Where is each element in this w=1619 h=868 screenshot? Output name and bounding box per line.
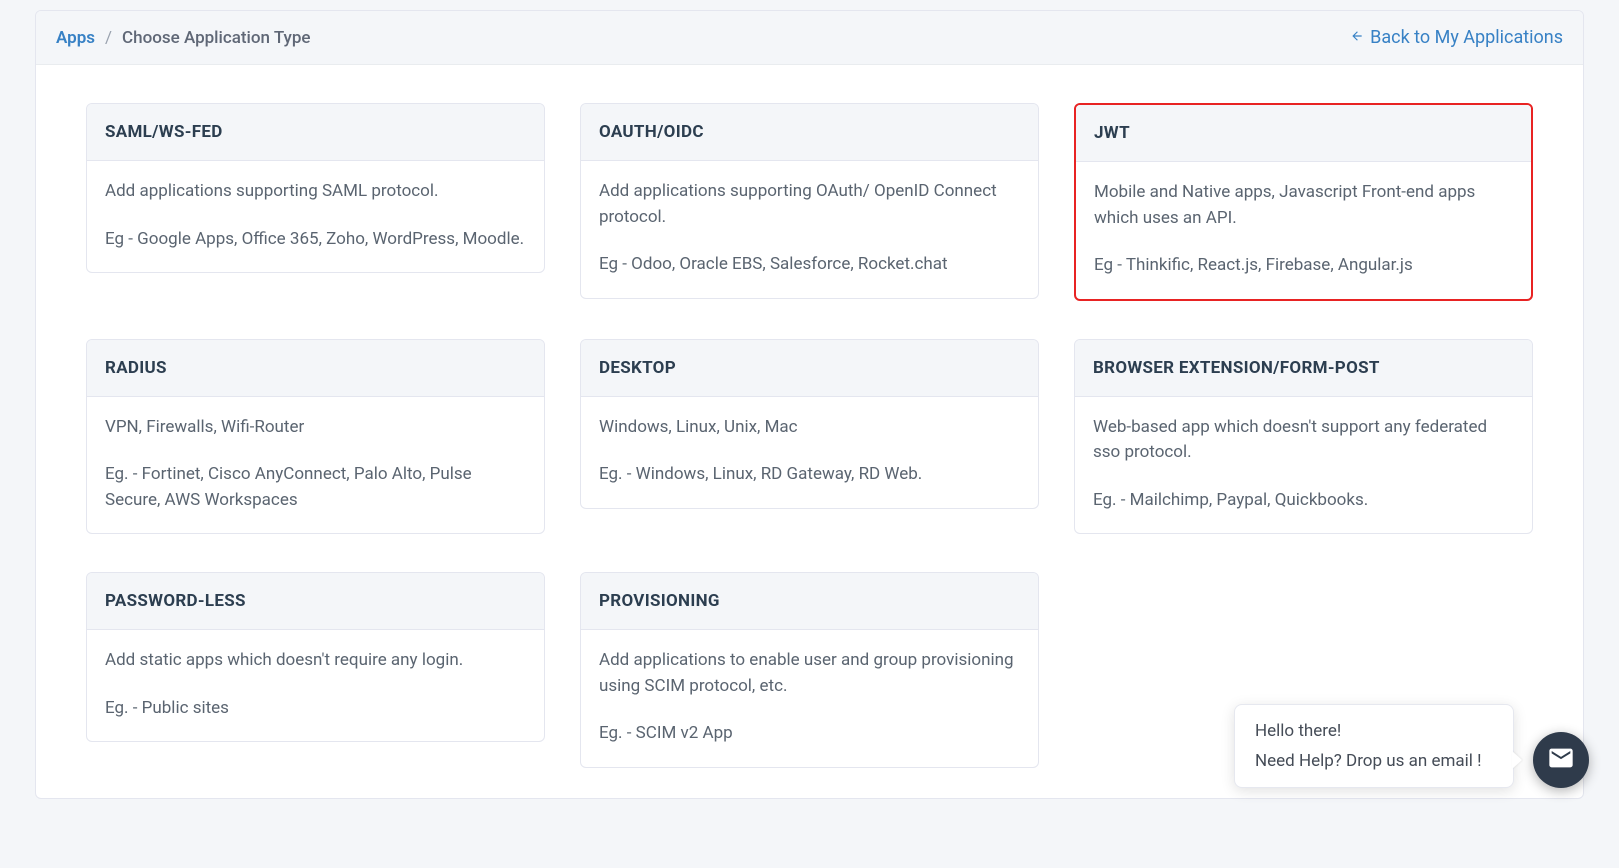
app-type-grid: SAML/WS-FED Add applications supporting …	[86, 103, 1533, 768]
card-examples: Eg - Google Apps, Office 365, Zoho, Word…	[105, 227, 526, 253]
card-header: RADIUS	[87, 340, 544, 397]
breadcrumb-separator: /	[105, 28, 112, 48]
content-area: SAML/WS-FED Add applications supporting …	[36, 65, 1583, 798]
card-body: Add applications supporting SAML protoco…	[87, 161, 544, 272]
main-container: Apps / Choose Application Type Back to M…	[35, 10, 1584, 799]
card-header: OAUTH/OIDC	[581, 104, 1038, 161]
breadcrumb-current: Choose Application Type	[122, 28, 311, 48]
card-body: VPN, Firewalls, Wifi-Router Eg. - Fortin…	[87, 397, 544, 534]
card-examples: Eg - Odoo, Oracle EBS, Salesforce, Rocke…	[599, 252, 1020, 278]
card-title: BROWSER EXTENSION/FORM-POST	[1093, 358, 1514, 378]
breadcrumb: Apps / Choose Application Type	[56, 28, 311, 48]
card-desktop[interactable]: DESKTOP Windows, Linux, Unix, Mac Eg. - …	[580, 339, 1039, 509]
card-description: Add applications supporting OAuth/ OpenI…	[599, 179, 1020, 230]
card-description: Add applications to enable user and grou…	[599, 648, 1020, 699]
card-description: Mobile and Native apps, Javascript Front…	[1094, 180, 1513, 231]
card-examples: Eg. - Windows, Linux, RD Gateway, RD Web…	[599, 462, 1020, 488]
card-passwordless[interactable]: PASSWORD-LESS Add static apps which does…	[86, 572, 545, 742]
card-body: Add applications supporting OAuth/ OpenI…	[581, 161, 1038, 298]
card-examples: Eg - Thinkific, React.js, Firebase, Angu…	[1094, 253, 1513, 279]
card-header: DESKTOP	[581, 340, 1038, 397]
card-header: JWT	[1076, 105, 1531, 162]
breadcrumb-bar: Apps / Choose Application Type Back to M…	[36, 11, 1583, 65]
card-title: RADIUS	[105, 358, 526, 378]
card-description: Add applications supporting SAML protoco…	[105, 179, 526, 205]
chat-greeting: Hello there!	[1255, 721, 1493, 741]
card-provisioning[interactable]: PROVISIONING Add applications to enable …	[580, 572, 1039, 768]
card-body: Mobile and Native apps, Javascript Front…	[1076, 162, 1531, 299]
card-title: DESKTOP	[599, 358, 1020, 378]
card-header: PASSWORD-LESS	[87, 573, 544, 630]
card-oauth-oidc[interactable]: OAUTH/OIDC Add applications supporting O…	[580, 103, 1039, 299]
card-description: VPN, Firewalls, Wifi-Router	[105, 415, 526, 441]
card-body: Add static apps which doesn't require an…	[87, 630, 544, 741]
card-examples: Eg. - Public sites	[105, 696, 526, 722]
card-description: Add static apps which doesn't require an…	[105, 648, 526, 674]
breadcrumb-root-link[interactable]: Apps	[56, 28, 95, 48]
card-body: Add applications to enable user and grou…	[581, 630, 1038, 767]
card-header: BROWSER EXTENSION/FORM-POST	[1075, 340, 1532, 397]
mail-icon	[1547, 744, 1575, 776]
card-body: Windows, Linux, Unix, Mac Eg. - Windows,…	[581, 397, 1038, 508]
chat-help-bubble[interactable]: Hello there! Need Help? Drop us an email…	[1234, 704, 1514, 788]
back-link-label: Back to My Applications	[1370, 27, 1563, 48]
chat-help-text: Need Help? Drop us an email !	[1255, 751, 1493, 771]
card-radius[interactable]: RADIUS VPN, Firewalls, Wifi-Router Eg. -…	[86, 339, 545, 535]
card-title: PROVISIONING	[599, 591, 1020, 611]
card-browser-extension[interactable]: BROWSER EXTENSION/FORM-POST Web-based ap…	[1074, 339, 1533, 535]
card-title: PASSWORD-LESS	[105, 591, 526, 611]
card-description: Web-based app which doesn't support any …	[1093, 415, 1514, 466]
card-saml-wsfed[interactable]: SAML/WS-FED Add applications supporting …	[86, 103, 545, 273]
card-title: JWT	[1094, 123, 1513, 143]
arrow-left-icon	[1350, 28, 1364, 47]
card-header: PROVISIONING	[581, 573, 1038, 630]
card-examples: Eg. - Mailchimp, Paypal, Quickbooks.	[1093, 488, 1514, 514]
card-jwt[interactable]: JWT Mobile and Native apps, Javascript F…	[1074, 103, 1533, 301]
card-title: SAML/WS-FED	[105, 122, 526, 142]
card-body: Web-based app which doesn't support any …	[1075, 397, 1532, 534]
card-header: SAML/WS-FED	[87, 104, 544, 161]
back-to-applications-link[interactable]: Back to My Applications	[1350, 27, 1563, 48]
card-title: OAUTH/OIDC	[599, 122, 1020, 142]
card-examples: Eg. - Fortinet, Cisco AnyConnect, Palo A…	[105, 462, 526, 513]
chat-fab-button[interactable]	[1533, 732, 1589, 788]
card-description: Windows, Linux, Unix, Mac	[599, 415, 1020, 441]
card-examples: Eg. - SCIM v2 App	[599, 721, 1020, 747]
